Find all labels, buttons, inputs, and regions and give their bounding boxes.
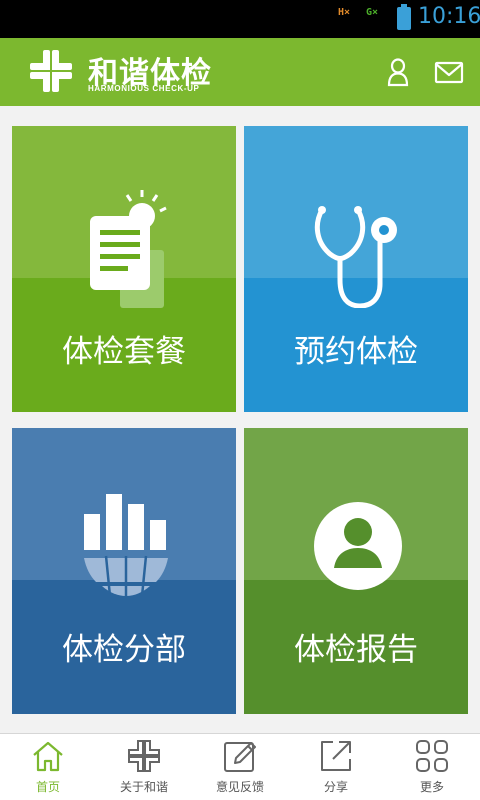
nav-label: 更多 — [419, 780, 444, 794]
nav-label: 分享 — [323, 780, 348, 794]
tile-book-checkup[interactable]: 预约体检 — [244, 126, 468, 412]
edit-icon — [224, 742, 256, 772]
nav-label: 关于和谐 — [119, 780, 168, 794]
nav-item-home[interactable]: 首页 — [0, 734, 96, 800]
tile-label: 预约体检 — [294, 334, 418, 370]
app-header: 和谐体检 HARMONIOUS CHECK-UP — [0, 38, 480, 106]
mail-icon[interactable] — [434, 57, 464, 87]
user-icon[interactable] — [383, 57, 413, 87]
clock: 10:16 — [418, 4, 480, 29]
status-bar: H× G× 10:16 — [0, 0, 480, 38]
nav-item-share[interactable]: 分享 — [288, 734, 384, 800]
signal-indicator-2: G× — [366, 7, 379, 18]
tile-checkup-packages[interactable]: 体检套餐 — [12, 126, 236, 412]
home-icon — [33, 741, 63, 772]
share-icon — [321, 741, 351, 771]
building-globe-icon — [84, 494, 168, 598]
grid-icon — [416, 740, 448, 772]
logo-cross-icon — [28, 48, 74, 94]
about-logo-icon — [128, 740, 160, 772]
signal-indicator-1: H× — [338, 7, 351, 18]
nav-label: 意见反馈 — [215, 780, 264, 794]
battery-icon — [397, 4, 411, 30]
tile-checkup-report[interactable]: 体检报告 — [244, 428, 468, 714]
tile-label: 体检分部 — [62, 632, 186, 668]
document-icon — [90, 190, 167, 308]
nav-item-about[interactable]: 关于和谐 — [96, 734, 192, 800]
tile-label: 体检报告 — [294, 632, 418, 668]
nav-item-more[interactable]: 更多 — [384, 734, 480, 800]
stethoscope-icon — [314, 206, 397, 308]
tile-checkup-branches[interactable]: 体检分部 — [12, 428, 236, 714]
app-logo-subtitle: HARMONIOUS CHECK-UP — [88, 84, 200, 93]
tile-label: 体检套餐 — [62, 334, 186, 370]
bottom-nav: 首页 关于和谐 意见反馈 分享 更多 — [0, 733, 480, 800]
nav-label: 首页 — [35, 780, 60, 794]
person-icon — [314, 502, 402, 590]
nav-item-feedback[interactable]: 意见反馈 — [192, 734, 288, 800]
